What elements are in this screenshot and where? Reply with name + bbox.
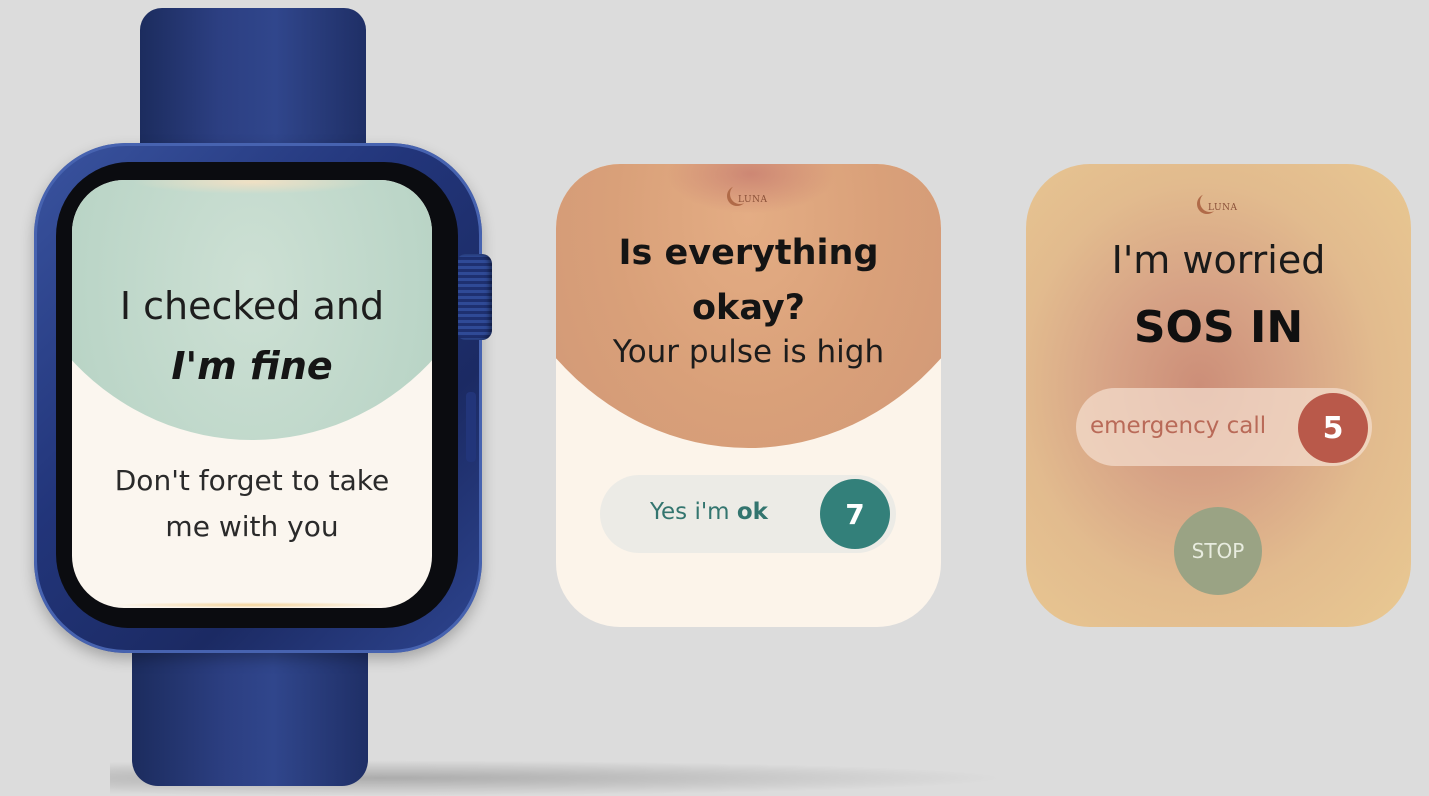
question-line-1: Is everything bbox=[618, 233, 879, 273]
reminder-message: Don't forget to take me with you bbox=[92, 458, 412, 550]
confirm-label: Yes i'm ok bbox=[650, 499, 768, 525]
top-glow bbox=[132, 180, 372, 194]
question-line-2: okay? bbox=[692, 288, 805, 328]
sos-screen: LUNA I'm worried SOS IN emergency call 5… bbox=[1026, 164, 1411, 627]
worried-title: I'm worried bbox=[1111, 238, 1326, 282]
countdown-badge[interactable]: 7 bbox=[820, 479, 890, 549]
emergency-call-label: emergency call bbox=[1090, 413, 1267, 439]
digital-crown[interactable] bbox=[456, 254, 492, 340]
sos-label: SOS IN bbox=[1133, 302, 1304, 353]
status-line-1: I checked and bbox=[119, 284, 385, 328]
logo-text: LUNA bbox=[738, 195, 768, 205]
stop-button[interactable]: STOP bbox=[1174, 507, 1262, 595]
confirm-bold: ok bbox=[736, 499, 768, 525]
emergency-call-slider[interactable]: emergency call 5 bbox=[1076, 388, 1372, 466]
luna-logo: LUNA bbox=[728, 184, 768, 212]
reminder-line-2: me with you bbox=[165, 510, 339, 543]
confirm-ok-slider[interactable]: Yes i'm ok 7 bbox=[600, 475, 896, 553]
pulse-check-screen: LUNA Is everything okay? Your pulse is h… bbox=[556, 164, 941, 627]
logo-text: LUNA bbox=[1208, 203, 1238, 213]
luna-logo: LUNA bbox=[1198, 192, 1238, 220]
bottom-glow bbox=[112, 602, 392, 608]
question-title: Is everything okay? bbox=[556, 226, 941, 336]
pulse-subtitle: Your pulse is high bbox=[612, 334, 885, 370]
confirm-prefix: Yes i'm bbox=[650, 499, 737, 525]
watch-screen: I checked and I'm fine Don't forget to t… bbox=[72, 180, 432, 608]
status-line-2: I'm fine bbox=[171, 344, 333, 388]
sos-countdown-badge[interactable]: 5 bbox=[1298, 393, 1368, 463]
reminder-line-1: Don't forget to take bbox=[114, 464, 390, 497]
side-button[interactable] bbox=[466, 392, 476, 462]
